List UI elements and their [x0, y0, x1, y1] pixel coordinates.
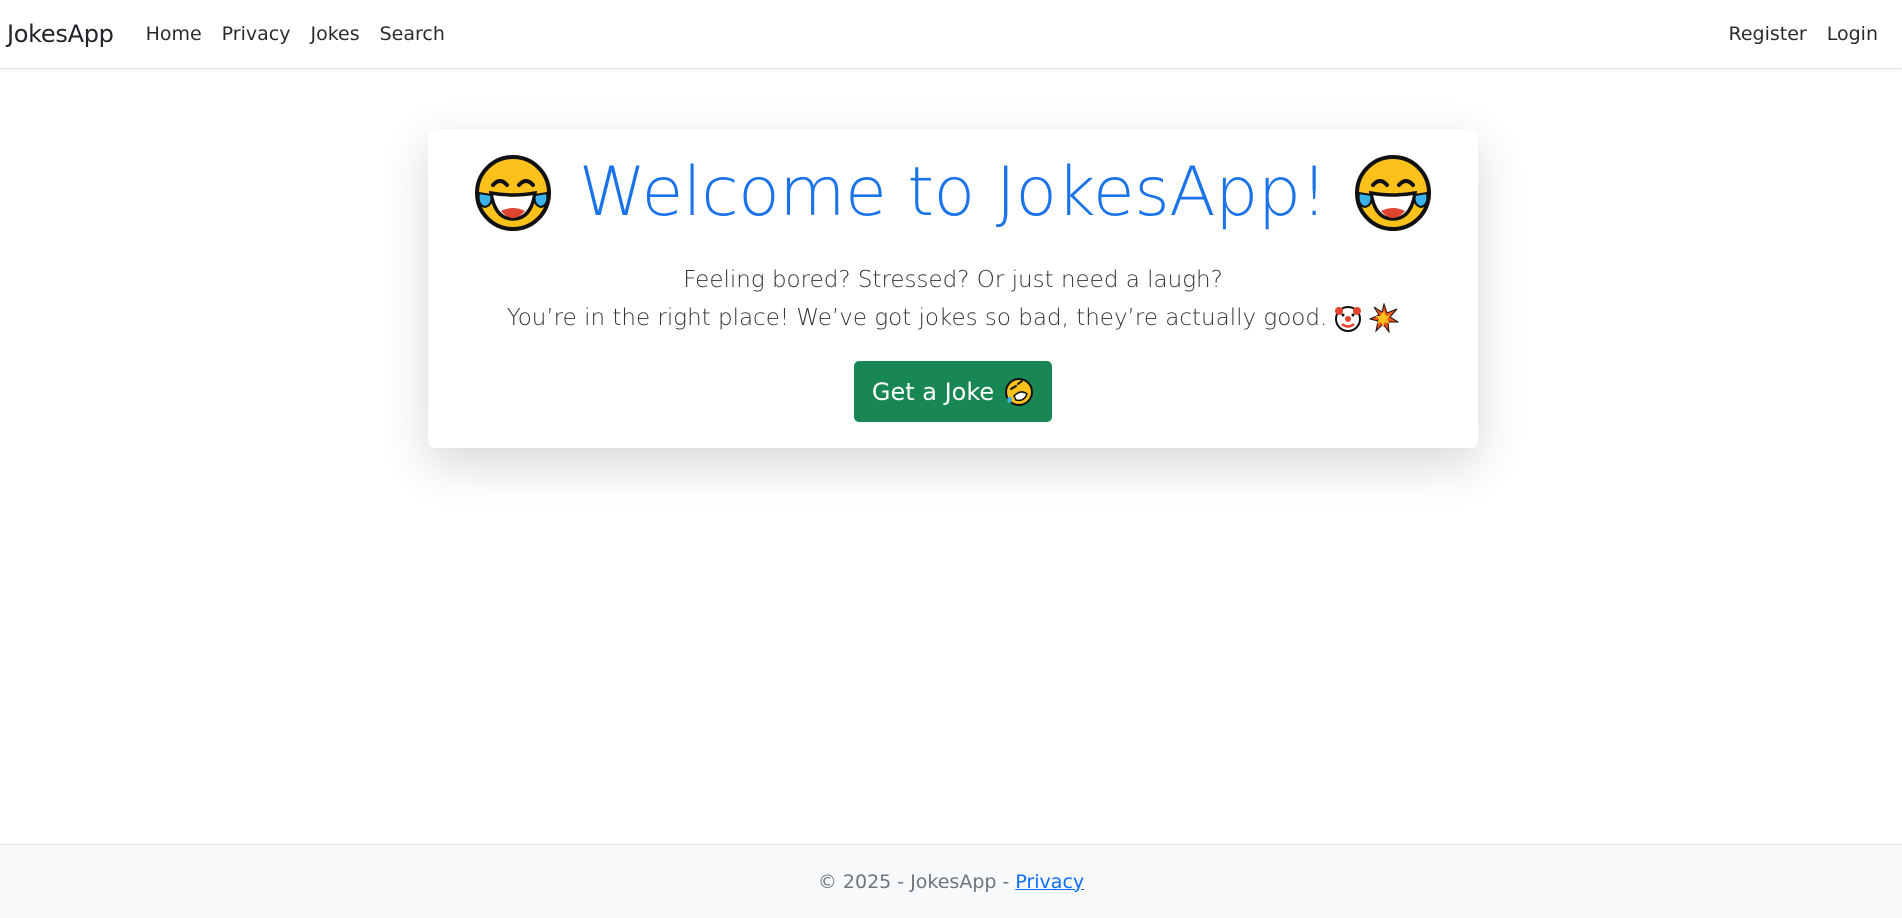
footer-privacy-link[interactable]: Privacy	[1015, 871, 1084, 893]
nav-left: JokesApp Home Privacy Jokes Search	[7, 20, 455, 48]
navbar: JokesApp Home Privacy Jokes Search Regis…	[0, 0, 1902, 69]
nav-register[interactable]: Register	[1719, 23, 1817, 45]
tagline-line-1: Feeling bored? Stressed? Or just need a …	[683, 267, 1223, 293]
nav-login[interactable]: Login	[1817, 23, 1888, 45]
get-joke-button[interactable]: Get a Joke	[854, 361, 1052, 422]
footer: © 2025 - JokesApp - Privacy	[0, 844, 1902, 918]
collision-icon	[1368, 302, 1401, 334]
welcome-card: Welcome to JokesApp! Feeling bored? Stre…	[428, 129, 1478, 448]
nav-home[interactable]: Home	[136, 23, 212, 45]
nav-search[interactable]: Search	[370, 23, 455, 45]
clown-face-icon	[1333, 303, 1363, 333]
page-title: Welcome to JokesApp!	[578, 153, 1328, 232]
nav-jokes[interactable]: Jokes	[300, 23, 369, 45]
footer-copyright: © 2025 - JokesApp -	[817, 870, 1010, 893]
tagline-line-2-text: You’re in the right place! We’ve got jok…	[506, 305, 1328, 331]
rolling-laughing-icon	[1005, 377, 1034, 406]
brand-link[interactable]: JokesApp	[7, 20, 114, 48]
tears-of-joy-icon	[473, 153, 553, 233]
headline: Welcome to JokesApp!	[428, 153, 1478, 233]
nav-privacy[interactable]: Privacy	[212, 23, 301, 45]
nav-right: Register Login	[1719, 23, 1889, 45]
tagline-line-2: You’re in the right place! We’ve got jok…	[428, 299, 1478, 337]
get-joke-button-label: Get a Joke	[871, 377, 995, 406]
tears-of-joy-icon	[1353, 153, 1433, 233]
